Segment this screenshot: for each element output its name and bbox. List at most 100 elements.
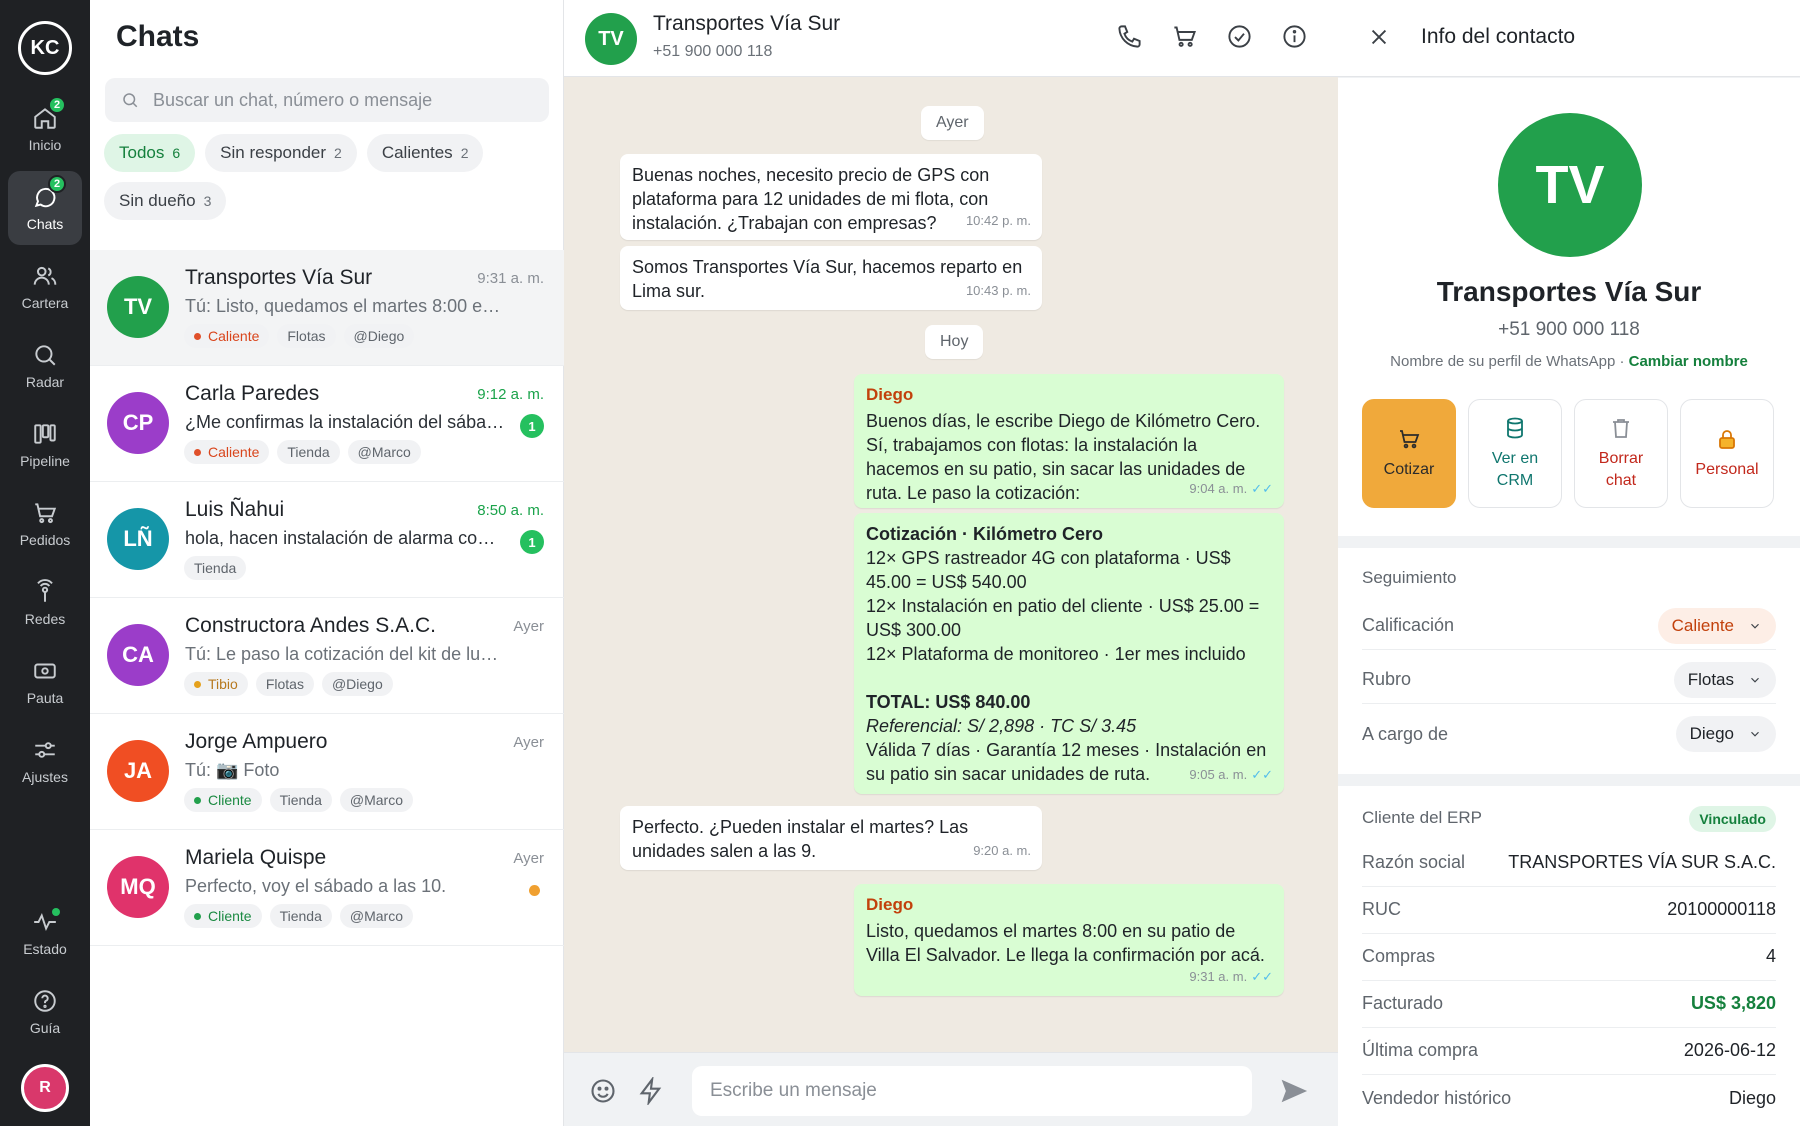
cotizar-button[interactable]: Cotizar — [1362, 399, 1456, 508]
chat-avatar[interactable]: TV — [585, 13, 637, 65]
user-avatar[interactable]: KC — [18, 21, 72, 75]
incoming-message: Buenas noches, necesito precio de GPS co… — [620, 154, 1042, 240]
erp-row: RUC 20100000118 — [1362, 886, 1776, 934]
message-input[interactable]: Escribe un mensaje — [692, 1066, 1252, 1116]
contact-name: Transportes Vía Sur — [185, 266, 373, 289]
account-avatar[interactable]: R — [21, 1064, 69, 1112]
filter-chips: Todos 6 Sin responder 2 Calientes 2 Sin due… — [104, 134, 554, 220]
nav-radar[interactable]: Radar — [8, 329, 82, 403]
quote-line: 12× Plataforma de monitoreo · 1er mes in… — [866, 644, 1246, 664]
cargo-row: A cargo de Diego — [1362, 710, 1776, 758]
rename-link[interactable]: Cambiar nombre — [1629, 353, 1748, 370]
message-snippet: Perfecto, voy el sábado a las 10. — [185, 876, 447, 896]
conversation-item[interactable]: TV Transportes Vía Sur 9:31 a. m. Tú: Li… — [90, 250, 564, 366]
owner-tag: @Marco — [339, 904, 413, 928]
nav-chats[interactable]: 2 Chats — [8, 171, 82, 245]
nav-pipeline[interactable]: Pipeline — [8, 408, 82, 482]
chat-contact-name[interactable]: Transportes Vía Sur — [653, 12, 840, 36]
quick-replies-button[interactable] — [637, 1075, 665, 1110]
search-placeholder: Buscar un chat, número o mensaje — [153, 89, 433, 110]
row-label: Calificación — [1362, 615, 1455, 635]
message-text: Listo, quedamos el martes 8:00 en su pat… — [866, 921, 1265, 965]
chevron-down-icon — [1751, 731, 1759, 737]
close-icon — [1371, 29, 1387, 45]
quote-line: 12× GPS rastreador 4G con plataforma · U… — [866, 548, 1231, 592]
filter-calientes[interactable]: Calientes 2 — [366, 134, 484, 172]
row-value: 4 — [1765, 946, 1776, 966]
filter-sin-dueno[interactable]: Sin dueño 3 — [104, 182, 227, 220]
crm-button[interactable]: Ver en CRM — [1468, 399, 1562, 508]
contact-name: Carla Paredes — [185, 382, 320, 405]
row-value: 2026-06-12 — [1683, 1040, 1776, 1060]
emoji-button[interactable] — [589, 1077, 617, 1110]
segment-tag: Tienda — [277, 440, 340, 464]
users-icon — [33, 266, 57, 285]
nav-label: Pauta — [26, 690, 64, 706]
chat-header: TV Transportes Vía Sur +51 900 000 118 — [564, 0, 1338, 77]
status-tag: Caliente — [184, 440, 270, 464]
message-time: 9:31 a. m. — [477, 270, 544, 287]
nav-inicio[interactable]: 2 Inicio — [8, 92, 82, 166]
message-sender: Diego — [866, 385, 914, 404]
nav-rail: KC 2 Inicio 2 Chats Cartera Radar Pipeli… — [0, 0, 90, 1126]
message-snippet: Tú: 📷 Foto — [185, 760, 280, 780]
filter-todos[interactable]: Todos 6 — [104, 134, 196, 172]
cart-icon[interactable] — [1171, 23, 1198, 50]
erp-row: Compras 4 — [1362, 933, 1776, 981]
nav-cartera[interactable]: Cartera — [8, 250, 82, 324]
message-time: 9:20 a. m. — [973, 843, 1031, 858]
delete-chat-button[interactable]: Borrar chat — [1574, 399, 1668, 508]
trash-icon — [1613, 418, 1629, 438]
check-circle-icon[interactable] — [1226, 23, 1253, 50]
row-value: Diego — [1728, 1087, 1776, 1108]
contact-name: Mariela Quispe — [185, 846, 327, 869]
chip-count: 2 — [334, 145, 342, 161]
nav-label: Ajustes — [22, 769, 68, 785]
nav-label: Radar — [25, 374, 65, 390]
cart-icon — [1400, 429, 1420, 448]
action-label: Borrar chat — [1598, 449, 1644, 489]
row-label: Razón social — [1362, 852, 1466, 872]
conversation-item[interactable]: LÑ Luis Ñahui 8:50 a. m. hola, hacen ins… — [90, 482, 564, 598]
cargo-select[interactable]: Diego — [1675, 716, 1776, 752]
conversation-item[interactable]: MQ Mariela Quispe Ayer Perfecto, voy el … — [90, 830, 564, 946]
owner-tag: @Diego — [321, 672, 393, 696]
action-label: Cotizar — [1383, 460, 1435, 478]
close-button[interactable] — [1368, 26, 1390, 53]
row-label: A cargo de — [1362, 723, 1449, 744]
tag-label: Tibio — [208, 676, 238, 692]
inicio-badge: 2 — [48, 96, 66, 114]
nav-redes[interactable]: Redes — [8, 566, 82, 640]
section-title: Cliente del ERP — [1362, 808, 1483, 827]
action-label: Ver en CRM — [1491, 449, 1539, 489]
message-time: 8:50 a. m. — [477, 502, 544, 519]
section-title: Seguimiento — [1362, 568, 1457, 587]
conversation-item[interactable]: JA Jorge Ampuero Ayer Tú: 📷 Foto Cliente… — [90, 714, 564, 830]
info-icon[interactable] — [1281, 23, 1308, 50]
quote-message: Cotización · Kilómetro Cero 12× GPS rast… — [854, 513, 1284, 794]
status-tag: Cliente — [184, 904, 262, 928]
message-time: Ayer — [513, 734, 544, 751]
search-input[interactable]: Buscar un chat, número o mensaje — [105, 78, 549, 122]
calificacion-select[interactable]: Caliente — [1657, 607, 1776, 644]
contact-avatar: MQ — [107, 856, 169, 918]
nav-ajustes[interactable]: Ajustes — [8, 724, 82, 798]
message-meta: 9:04 a. m. ✓✓ — [1189, 477, 1273, 501]
nav-pauta[interactable]: Pauta — [8, 645, 82, 719]
profile-card: TV Transportes Vía Sur +51 900 000 118 N… — [1338, 78, 1800, 536]
conversation-item[interactable]: CP Carla Paredes 9:12 a. m. ¿Me confirma… — [90, 366, 564, 482]
send-button[interactable] — [1280, 1077, 1308, 1110]
conversation-item[interactable]: CA Constructora Andes S.A.C. Ayer Tú: Le… — [90, 598, 564, 714]
nav-pedidos[interactable]: Pedidos — [8, 487, 82, 561]
rubro-select[interactable]: Flotas — [1673, 661, 1776, 698]
phone-icon[interactable] — [1116, 23, 1143, 50]
filter-sin-responder[interactable]: Sin responder 2 — [205, 134, 357, 172]
message-snippet: hola, hacen instalación de alarma con se… — [185, 528, 505, 548]
message-snippet: Tú: Le paso la cotización del kit de luc… — [185, 644, 505, 664]
nav-guia[interactable]: Guía — [8, 975, 82, 1049]
message-time: 9:31 a. m. — [1189, 969, 1248, 984]
personal-button[interactable]: Personal — [1680, 399, 1774, 508]
nav-estado[interactable]: Estado — [8, 896, 82, 970]
rubro-row: Rubro Flotas — [1362, 656, 1776, 704]
tag-label: Cliente — [208, 792, 252, 808]
